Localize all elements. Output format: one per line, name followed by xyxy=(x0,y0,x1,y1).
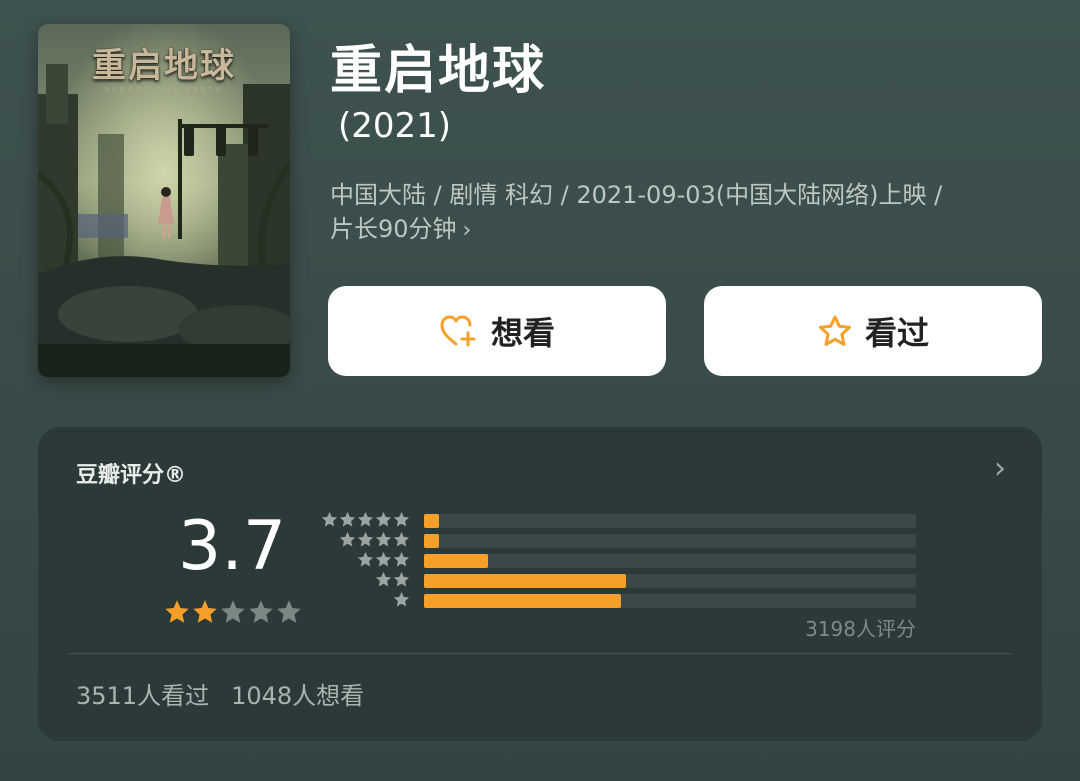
meta-duration: 片长90分钟 xyxy=(330,215,457,243)
star-icon xyxy=(393,551,410,567)
want-to-watch-label: 想看 xyxy=(490,314,555,352)
rating-score: 3.7 xyxy=(178,507,287,586)
distribution-bar-track xyxy=(424,514,916,528)
distribution-bar-track xyxy=(424,574,916,588)
rating-title: 豆瓣评分® xyxy=(76,463,187,488)
movie-title: 重启地球 xyxy=(330,41,547,101)
star-empty-icon xyxy=(277,600,301,623)
want-count: 1048人想看 xyxy=(231,682,365,710)
meta-line-2: 片长90分钟 › xyxy=(330,212,1050,248)
poster-title: 重启地球 xyxy=(92,46,236,86)
star-icon xyxy=(357,531,374,547)
distribution-stars-2 xyxy=(375,571,410,588)
distribution-stars-5 xyxy=(321,511,410,528)
rating-card[interactable]: 豆瓣评分® › 3.7 3198人评分 3511人看过 1048人想看 xyxy=(38,427,1042,741)
star-icon xyxy=(321,511,338,527)
distribution-bar-3 xyxy=(424,554,488,568)
chevron-right-icon[interactable]: › xyxy=(994,451,1006,486)
watched-button[interactable]: 看过 xyxy=(704,286,1042,376)
movie-year: (2021) xyxy=(338,106,452,146)
heart-plus-icon xyxy=(439,314,479,348)
star-filled-icon xyxy=(165,600,189,623)
star-filled-icon xyxy=(193,600,217,623)
star-icon xyxy=(393,571,410,587)
star-empty-icon xyxy=(221,600,245,623)
watched-label: 看过 xyxy=(864,314,929,352)
meta-line-1: 中国大陆 / 剧情 科幻 / 2021-09-03(中国大陆网络)上映 / xyxy=(330,181,943,209)
star-icon xyxy=(393,531,410,547)
poster-subtitle: REBOOT THE EARTH xyxy=(104,86,224,94)
distribution-stars-4 xyxy=(339,531,410,548)
distribution-bar-5 xyxy=(424,514,439,528)
star-icon xyxy=(375,551,392,567)
star-icon xyxy=(357,551,374,567)
chevron-right-icon: › xyxy=(462,218,472,243)
seen-count: 3511人看过 xyxy=(76,682,210,710)
want-to-watch-button[interactable]: 想看 xyxy=(328,286,666,376)
star-icon xyxy=(375,571,392,587)
movie-poster[interactable]: 重启地球 REBOOT THE EARTH xyxy=(38,24,290,377)
score-stars xyxy=(164,599,302,625)
distribution-stars-3 xyxy=(357,551,410,568)
distribution-bar-4 xyxy=(424,534,439,548)
star-icon xyxy=(375,511,392,527)
star-icon xyxy=(339,531,356,547)
rating-count: 3198人评分 xyxy=(805,617,916,641)
distribution-bar-2 xyxy=(424,574,626,588)
distribution-bar-track xyxy=(424,594,916,608)
star-icon xyxy=(357,511,374,527)
distribution-bar-track xyxy=(424,534,916,548)
movie-meta[interactable]: 中国大陆 / 剧情 科幻 / 2021-09-03(中国大陆网络)上映 / 片长… xyxy=(330,178,1050,248)
star-icon xyxy=(393,511,410,527)
distribution-bar-1 xyxy=(424,594,621,608)
watch-stats: 3511人看过 1048人想看 xyxy=(76,676,364,711)
star-icon xyxy=(339,511,356,527)
distribution-stars-1 xyxy=(393,591,410,608)
star-icon xyxy=(375,531,392,547)
distribution-bar-track xyxy=(424,554,916,568)
star-empty-icon xyxy=(249,600,273,623)
divider xyxy=(68,653,1012,654)
star-icon xyxy=(393,591,410,607)
star-outline-icon xyxy=(817,314,853,348)
